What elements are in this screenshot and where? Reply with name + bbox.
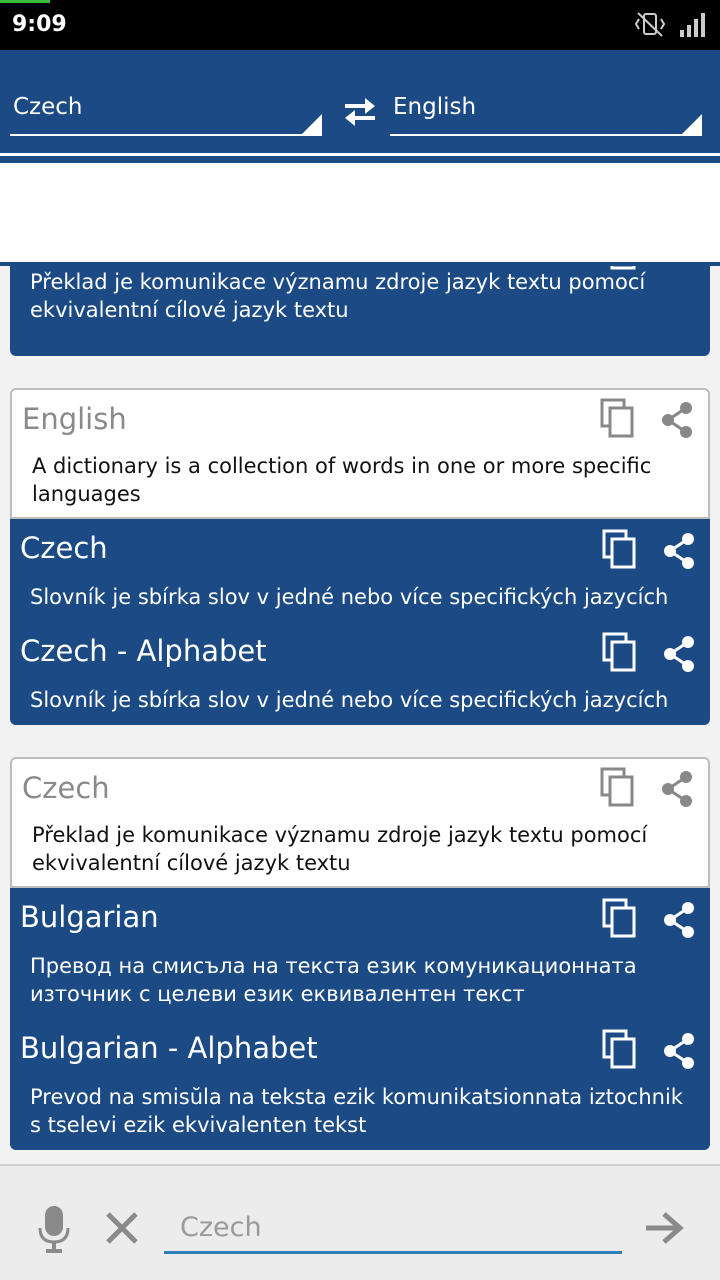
signal-icon <box>680 13 705 37</box>
copy-icon[interactable] <box>600 398 636 438</box>
translation-language-title: Bulgarian <box>20 900 159 934</box>
share-icon[interactable] <box>662 900 698 940</box>
source-language-select[interactable]: Czech <box>10 92 322 136</box>
translation-section: Bulgarian Превод на смисъла на текста ез… <box>10 888 710 1150</box>
alphabet-title: Czech - Alphabet <box>20 634 267 668</box>
translation-history-list[interactable]: Překlad je komunikace významu zdroje jaz… <box>0 266 720 1164</box>
translation-text: Slovník je sbírka slov v jedné nebo více… <box>30 585 669 609</box>
text-input[interactable] <box>164 1204 622 1251</box>
microphone-icon[interactable] <box>36 1204 72 1254</box>
share-icon[interactable] <box>662 1031 698 1071</box>
translation-section: Překlad je komunikace významu zdroje jaz… <box>10 266 710 356</box>
language-toolbar: Czech English <box>0 50 720 163</box>
share-icon[interactable] <box>660 400 696 440</box>
dropdown-triangle-icon <box>302 114 322 134</box>
translation-text: Превод на смисъла на текста език комуник… <box>30 954 637 1006</box>
share-icon[interactable] <box>662 531 698 571</box>
share-icon[interactable] <box>662 634 698 674</box>
input-bar <box>0 1164 720 1280</box>
history-card: Czech Překlad je komunikace významu zdro… <box>10 757 710 1150</box>
source-section: English A dictionary is a collection of … <box>10 388 710 519</box>
history-card: English A dictionary is a collection of … <box>10 388 710 725</box>
source-text: Překlad je komunikace významu zdroje jaz… <box>32 823 648 875</box>
source-language-title: Czech <box>22 771 110 805</box>
status-bar: 9:09 <box>0 0 720 50</box>
translation-language-title: Czech <box>20 531 108 565</box>
blank-banner-area <box>0 163 720 266</box>
source-language-title: English <box>22 402 127 436</box>
arrow-right-icon[interactable] <box>644 1210 684 1246</box>
dropdown-triangle-icon <box>682 114 702 134</box>
status-time: 9:09 <box>12 12 67 37</box>
alphabet-text: Slovník je sbírka slov v jedné nebo více… <box>30 688 669 712</box>
source-section: Czech Překlad je komunikace významu zdro… <box>10 757 710 888</box>
vibrate-icon <box>634 12 666 37</box>
copy-icon[interactable] <box>602 1029 638 1069</box>
copy-icon[interactable] <box>602 898 638 938</box>
close-icon[interactable] <box>104 1210 140 1246</box>
swap-icon[interactable] <box>341 94 379 130</box>
copy-icon[interactable] <box>602 529 638 569</box>
translation-section: Czech Slovník je sbírka slov v jedné neb… <box>10 519 710 725</box>
target-language-label: English <box>393 94 477 120</box>
target-language-select[interactable]: English <box>390 92 702 136</box>
text-input-wrapper <box>164 1204 622 1254</box>
notification-indicator <box>0 0 50 3</box>
copy-icon[interactable] <box>600 767 636 807</box>
source-text: A dictionary is a collection of words in… <box>32 454 652 506</box>
toolbar-divider <box>0 153 720 156</box>
share-icon[interactable] <box>660 769 696 809</box>
history-card: Překlad je komunikace významu zdroje jaz… <box>10 266 710 356</box>
copy-icon[interactable] <box>602 632 638 672</box>
alphabet-title: Bulgarian - Alphabet <box>20 1031 318 1065</box>
alphabet-text: Prevod na smisŭla na teksta ezik komunik… <box>30 1085 683 1137</box>
source-language-label: Czech <box>13 94 83 120</box>
translation-text: Překlad je komunikace významu zdroje jaz… <box>30 270 646 322</box>
